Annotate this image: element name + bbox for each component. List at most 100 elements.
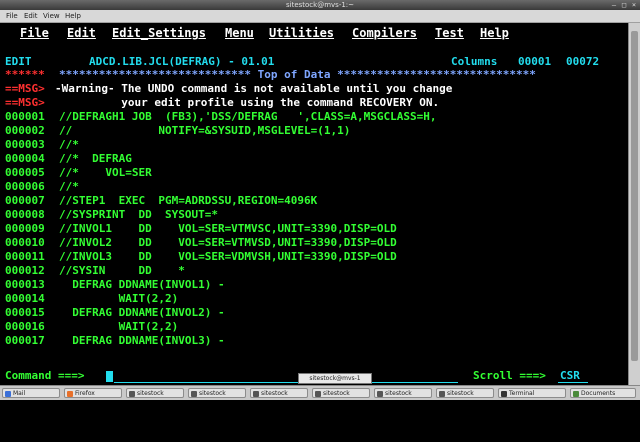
ispf-menu-menu[interactable]: Menu (225, 26, 254, 40)
line-text[interactable]: //INVOL2 DD VOL=SER=VTMVSD,UNIT=3390,DIS… (59, 237, 397, 249)
app-icon (67, 391, 73, 397)
app-icon (315, 391, 321, 397)
line-text[interactable]: //* (59, 139, 79, 151)
app-icon (573, 391, 579, 397)
line-number[interactable]: 000016 (5, 321, 45, 333)
ispf-menu-compilers[interactable]: Compilers (352, 26, 417, 40)
line-text[interactable]: //* DEFRAG (59, 153, 132, 165)
taskbar-item-label: Terminal (509, 390, 535, 397)
line-number[interactable]: 000001 (5, 111, 45, 123)
line-text[interactable]: // NOTIFY=&SYSUID,MSGLEVEL=(1,1) (59, 125, 350, 137)
menu-file[interactable]: File (6, 10, 18, 22)
line-number[interactable]: 000005 (5, 167, 45, 179)
taskbar-item[interactable]: sitestock (374, 388, 432, 398)
line-text[interactable]: //SYSPRINT DD SYSOUT=* (59, 209, 218, 221)
app-icon (377, 391, 383, 397)
app-icon (439, 391, 445, 397)
command-line: Command ===> Scroll ===> CSR (5, 370, 580, 442)
dataset-name: ADCD.LIB.JCL(DEFRAG) - 01.01 (89, 55, 275, 68)
taskbar-item-label: sitestock (199, 390, 226, 397)
ispf-menu-edit-settings[interactable]: Edit_Settings (112, 26, 206, 40)
message-prefix: ==MSG> (5, 96, 45, 109)
taskbar-item-label: Firefox (75, 390, 95, 397)
line-number[interactable]: 000008 (5, 209, 45, 221)
line-text[interactable]: //* VOL=SER (59, 167, 152, 179)
taskbar-item-label: Documents (581, 390, 616, 397)
ispf-menu-edit[interactable]: Edit (67, 26, 96, 40)
line-text[interactable]: //* (59, 181, 79, 193)
close-icon[interactable]: × (630, 1, 638, 9)
taskbar-item[interactable]: sitestock (126, 388, 184, 398)
ispf-menu-utilities[interactable]: Utilities (269, 26, 334, 40)
line-number[interactable]: 000012 (5, 265, 45, 277)
command-label: Command ===> (5, 369, 85, 382)
scrollbar-thumb[interactable] (631, 31, 638, 361)
taskbar-item[interactable]: Documents (570, 388, 636, 398)
terminal-menubar: File Edit View Help (0, 10, 640, 23)
line-number[interactable]: 000015 (5, 307, 45, 319)
menu-edit[interactable]: Edit (24, 10, 38, 22)
line-number[interactable]: 000002 (5, 125, 45, 137)
line-text[interactable]: DEFRAG DDNAME(INVOL1) - (59, 279, 224, 291)
line-text[interactable]: //INVOL3 DD VOL=SER=VDMVSH,UNIT=3390,DIS… (59, 251, 397, 263)
scroll-value[interactable]: CSR (560, 370, 580, 382)
line-number[interactable]: 000006 (5, 181, 45, 193)
taskbar-item[interactable]: sitestock (436, 388, 494, 398)
ispf-menu-test[interactable]: Test (435, 26, 464, 40)
line-text[interactable]: WAIT(2,2) (59, 321, 179, 333)
taskbar-item[interactable]: Mail (2, 388, 60, 398)
message-text: -Warning- The UNDO command is not availa… (55, 82, 453, 95)
line-number[interactable]: 000013 (5, 279, 45, 291)
text-cursor (106, 371, 113, 382)
app-icon (501, 391, 507, 397)
scroll-field-underline (558, 382, 588, 383)
taskbar-item[interactable]: Terminal (498, 388, 566, 398)
taskbar-item-label: sitestock (261, 390, 288, 397)
line-number[interactable]: 000010 (5, 237, 45, 249)
terminal-screen[interactable]: File Edit Edit_Settings Menu Utilities C… (0, 23, 628, 385)
taskbar-item-label: sitestock (323, 390, 350, 397)
line-number[interactable]: 000003 (5, 139, 45, 151)
taskbar-item[interactable]: sitestock (188, 388, 246, 398)
line-number[interactable]: 000017 (5, 335, 45, 347)
line-text[interactable]: DEFRAG DDNAME(INVOL3) - (59, 335, 224, 347)
line-text[interactable]: DEFRAG DDNAME(INVOL2) - (59, 307, 224, 319)
line-number[interactable]: 000014 (5, 293, 45, 305)
menu-help[interactable]: Help (65, 10, 81, 22)
ispf-menu-help[interactable]: Help (480, 26, 509, 40)
line-text[interactable]: //INVOL1 DD VOL=SER=VTMVSC,UNIT=3390,DIS… (59, 223, 397, 235)
columns-label: Columns (451, 55, 498, 68)
app-icon (5, 391, 11, 397)
line-text[interactable]: //STEP1 EXEC PGM=ADRDSSU,REGION=4096K (59, 195, 317, 207)
command-field-underline (114, 382, 458, 383)
column-from: 00001 (518, 55, 552, 68)
menu-view[interactable]: View (43, 10, 60, 22)
top-of-data-banner: ***************************** Top of Dat… (59, 68, 536, 81)
ispf-menu-file[interactable]: File (20, 26, 49, 40)
window-title: sitestock@mvs-1:~ (285, 1, 355, 9)
taskbar-item[interactable]: sitestock (250, 388, 308, 398)
line-text[interactable]: //DEFRAGH1 JOB (FB3),'DSS/DEFRAG ',CLASS… (59, 111, 437, 123)
message-prefix: ==MSG> (5, 82, 45, 95)
app-icon (129, 391, 135, 397)
message-text: your edit profile using the command RECO… (55, 96, 440, 109)
line-text[interactable]: WAIT(2,2) (59, 293, 179, 305)
taskbar-item[interactable]: sitestock (312, 388, 370, 398)
line-text[interactable]: //SYSIN DD * (59, 265, 185, 277)
tooltip: sitestock@mvs-1 (298, 373, 372, 384)
scroll-label: Scroll ===> (473, 369, 546, 382)
column-to: 00072 (566, 55, 600, 68)
line-number[interactable]: 000007 (5, 195, 45, 207)
line-number[interactable]: 000004 (5, 153, 45, 165)
vertical-scrollbar[interactable] (628, 23, 640, 385)
taskbar-item-label: sitestock (137, 390, 164, 397)
maximize-icon[interactable]: □ (620, 1, 628, 9)
window-titlebar: sitestock@mvs-1:~ – □ × (0, 0, 640, 10)
line-number[interactable]: 000011 (5, 251, 45, 263)
line-number[interactable]: 000009 (5, 223, 45, 235)
taskbar-item-label: sitestock (447, 390, 474, 397)
taskbar: Mail Firefox sitestock sitestock sitesto… (0, 385, 640, 400)
minimize-icon[interactable]: – (610, 1, 618, 9)
edit-mode: EDIT (5, 55, 32, 68)
taskbar-item[interactable]: Firefox (64, 388, 122, 398)
